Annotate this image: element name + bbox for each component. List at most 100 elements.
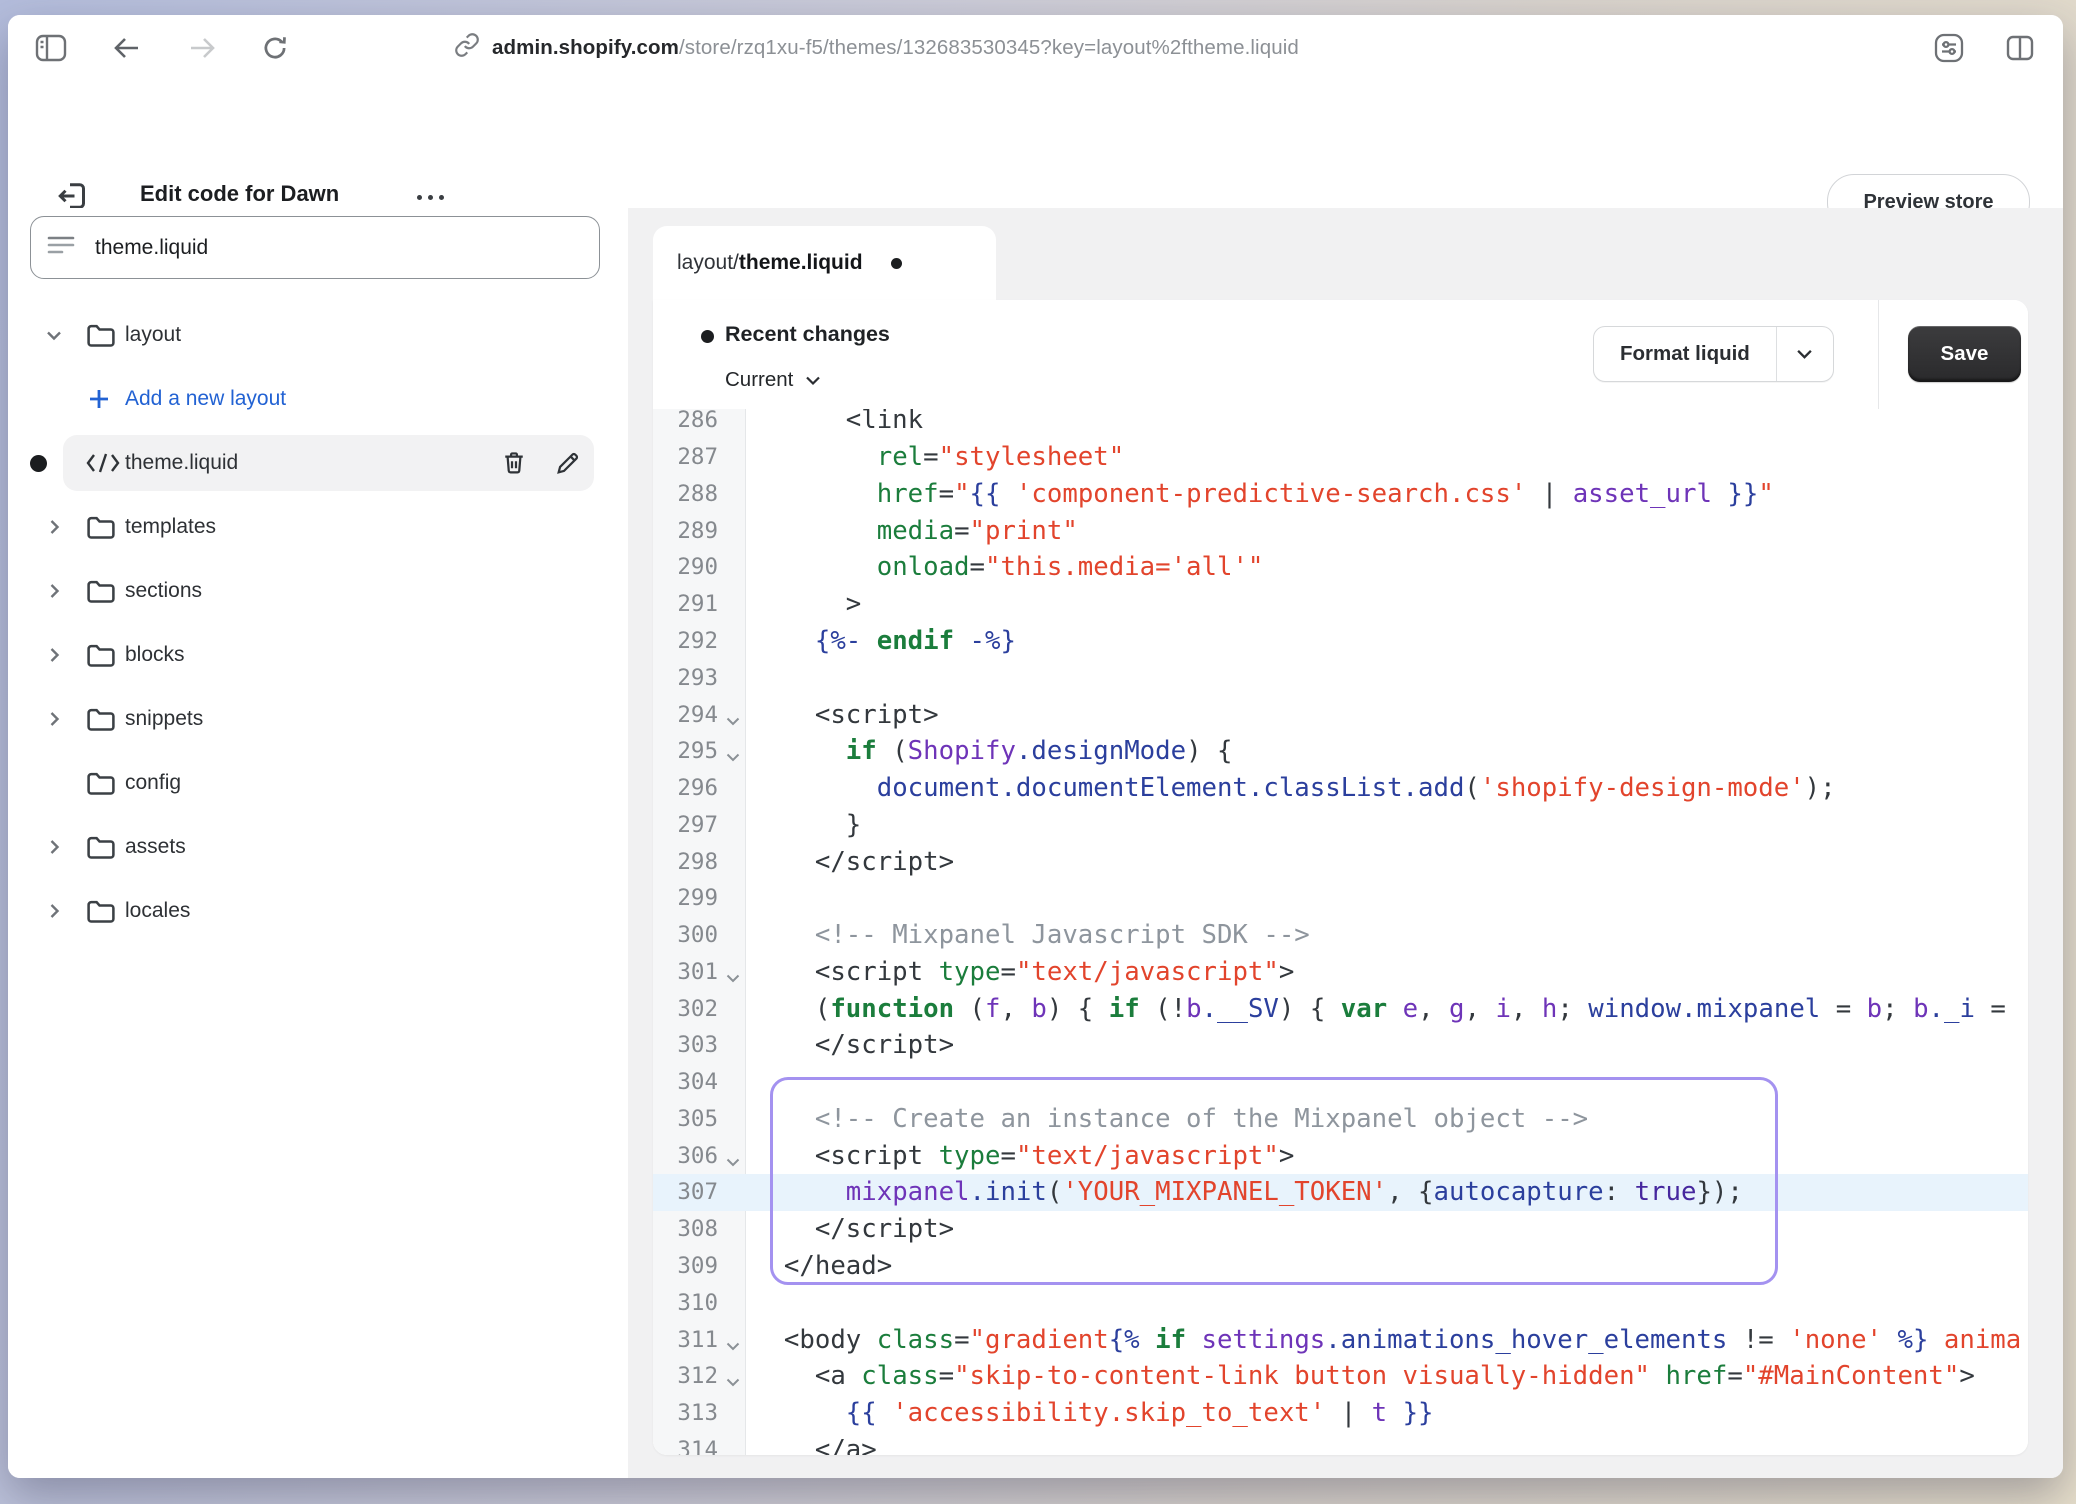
fold-chevron-icon[interactable] xyxy=(725,1341,741,1352)
fold-chevron-icon[interactable] xyxy=(725,716,741,727)
chevron-right-icon[interactable] xyxy=(48,710,61,728)
fold-chevron-icon[interactable] xyxy=(725,752,741,763)
pencil-button[interactable] xyxy=(550,445,586,481)
code-text[interactable] xyxy=(745,659,2028,696)
code-line-289[interactable]: 289 media="print" xyxy=(653,512,2028,549)
sidebar-action-add-a-new-layout[interactable]: Add a new layout xyxy=(8,367,628,431)
code-line-306[interactable]: 306 <script type="text/javascript"> xyxy=(653,1137,2028,1174)
code-text[interactable]: <body class="gradient{% if settings.anim… xyxy=(745,1321,2028,1358)
code-text[interactable]: rel="stylesheet" xyxy=(745,439,2028,476)
code-line-297[interactable]: 297 } xyxy=(653,806,2028,843)
code-text[interactable] xyxy=(745,1064,2028,1101)
code-line-288[interactable]: 288 href="{{ 'component-predictive-searc… xyxy=(653,476,2028,513)
code-line-298[interactable]: 298 </script> xyxy=(653,843,2028,880)
code-editor[interactable]: 286 <link287 rel="stylesheet"288 href="{… xyxy=(653,409,2028,1455)
code-line-313[interactable]: 313 {{ 'accessibility.skip_to_text' | t … xyxy=(653,1395,2028,1432)
code-line-299[interactable]: 299 xyxy=(653,880,2028,917)
chevron-right-icon[interactable] xyxy=(48,902,61,920)
code-text[interactable]: <link xyxy=(745,409,2028,439)
chevron-right-icon[interactable] xyxy=(48,518,61,536)
code-line-291[interactable]: 291 > xyxy=(653,586,2028,623)
code-line-290[interactable]: 290 onload="this.media='all'" xyxy=(653,549,2028,586)
code-text[interactable]: </script> xyxy=(745,1211,2028,1248)
code-line-300[interactable]: 300 <!-- Mixpanel Javascript SDK --> xyxy=(653,917,2028,954)
code-line-294[interactable]: 294 <script> xyxy=(653,696,2028,733)
chevron-right-icon[interactable] xyxy=(48,838,61,856)
code-line-310[interactable]: 310 xyxy=(653,1284,2028,1321)
code-text[interactable]: mixpanel.init('YOUR_MIXPANEL_TOKEN', {au… xyxy=(745,1174,2028,1211)
code-line-312[interactable]: 312 <a class="skip-to-content-link butto… xyxy=(653,1358,2028,1395)
sidebar-folder-config[interactable]: config xyxy=(8,751,628,815)
tab-theme-liquid[interactable]: layout/theme.liquid xyxy=(653,226,996,300)
code-line-296[interactable]: 296 document.documentElement.classList.a… xyxy=(653,770,2028,807)
code-text[interactable] xyxy=(745,1284,2028,1321)
code-line-301[interactable]: 301 <script type="text/javascript"> xyxy=(653,953,2028,990)
code-text[interactable]: > xyxy=(745,586,2028,623)
code-text[interactable]: {{ 'accessibility.skip_to_text' | t }} xyxy=(745,1395,2028,1432)
code-text[interactable]: </head> xyxy=(745,1248,2028,1285)
code-text[interactable]: {%- endif -%} xyxy=(745,623,2028,660)
code-line-304[interactable]: 304 xyxy=(653,1064,2028,1101)
forward-icon[interactable] xyxy=(183,29,221,67)
code-line-308[interactable]: 308 </script> xyxy=(653,1211,2028,1248)
code-line-307[interactable]: 307 mixpanel.init('YOUR_MIXPANEL_TOKEN',… xyxy=(653,1174,2028,1211)
code-line-295[interactable]: 295 if (Shopify.designMode) { xyxy=(653,733,2028,770)
format-options-button[interactable] xyxy=(1777,327,1833,381)
file-search[interactable] xyxy=(30,216,600,279)
code-line-305[interactable]: 305 <!-- Create an instance of the Mixpa… xyxy=(653,1101,2028,1138)
chevron-right-icon[interactable] xyxy=(48,582,61,600)
back-icon[interactable] xyxy=(108,29,146,67)
sidebar-folder-templates[interactable]: templates xyxy=(8,495,628,559)
code-line-303[interactable]: 303 </script> xyxy=(653,1027,2028,1064)
code-line-302[interactable]: 302 (function (f, b) { if (!b.__SV) { va… xyxy=(653,990,2028,1027)
fold-chevron-icon[interactable] xyxy=(725,1377,741,1388)
format-liquid-button[interactable]: Format liquid xyxy=(1593,326,1834,382)
fold-chevron-icon[interactable] xyxy=(725,1157,741,1168)
save-button[interactable]: Save xyxy=(1908,326,2021,382)
chevron-right-icon[interactable] xyxy=(48,646,61,664)
code-text[interactable]: </script> xyxy=(745,843,2028,880)
code-line-293[interactable]: 293 xyxy=(653,659,2028,696)
code-line-314[interactable]: 314 </a> xyxy=(653,1431,2028,1455)
code-line-309[interactable]: 309 </head> xyxy=(653,1248,2028,1285)
code-text[interactable]: </script> xyxy=(745,1027,2028,1064)
code-text[interactable]: } xyxy=(745,806,2028,843)
code-text[interactable]: onload="this.media='all'" xyxy=(745,549,2028,586)
format-liquid-label: Format liquid xyxy=(1594,327,1777,381)
code-text[interactable]: <script type="text/javascript"> xyxy=(745,1137,2028,1174)
reload-icon[interactable] xyxy=(256,29,294,67)
code-text[interactable]: <a class="skip-to-content-link button vi… xyxy=(745,1358,2028,1395)
sidebar-folder-locales[interactable]: locales xyxy=(8,879,628,943)
trash-button[interactable] xyxy=(496,445,532,481)
code-text[interactable]: <script type="text/javascript"> xyxy=(745,953,2028,990)
version-dropdown[interactable]: Current xyxy=(725,368,821,392)
line-number: 293 xyxy=(653,659,745,696)
sidebar-folder-layout[interactable]: layout xyxy=(8,303,628,367)
sidebar-file-theme-liquid[interactable]: theme.liquid xyxy=(8,431,628,495)
chevron-down-icon[interactable] xyxy=(45,329,63,342)
sidebar-folder-snippets[interactable]: snippets xyxy=(8,687,628,751)
code-text[interactable]: if (Shopify.designMode) { xyxy=(745,733,2028,770)
code-text[interactable]: media="print" xyxy=(745,512,2028,549)
code-text[interactable] xyxy=(745,880,2028,917)
sidebar-folder-blocks[interactable]: blocks xyxy=(8,623,628,687)
search-input[interactable] xyxy=(95,236,599,260)
code-text[interactable]: (function (f, b) { if (!b.__SV) { var e,… xyxy=(745,990,2028,1027)
code-text[interactable]: href="{{ 'component-predictive-search.cs… xyxy=(745,476,2028,513)
sidebar-toggle-icon[interactable] xyxy=(32,29,70,67)
sidebar-folder-sections[interactable]: sections xyxy=(8,559,628,623)
fold-chevron-icon[interactable] xyxy=(725,973,741,984)
code-line-311[interactable]: 311 <body class="gradient{% if settings.… xyxy=(653,1321,2028,1358)
address-bar[interactable]: admin.shopify.com/store/rzq1xu-f5/themes… xyxy=(454,15,1299,80)
code-text[interactable]: </a> xyxy=(745,1431,2028,1455)
split-view-icon[interactable] xyxy=(2001,29,2039,67)
code-line-286[interactable]: 286 <link xyxy=(653,409,2028,439)
sidebar-folder-assets[interactable]: assets xyxy=(8,815,628,879)
code-text[interactable]: document.documentElement.classList.add('… xyxy=(745,770,2028,807)
page-settings-icon[interactable] xyxy=(1930,29,1968,67)
code-line-287[interactable]: 287 rel="stylesheet" xyxy=(653,439,2028,476)
code-text[interactable]: <!-- Mixpanel Javascript SDK --> xyxy=(745,917,2028,954)
code-text[interactable]: <!-- Create an instance of the Mixpanel … xyxy=(745,1101,2028,1138)
code-line-292[interactable]: 292 {%- endif -%} xyxy=(653,623,2028,660)
code-text[interactable]: <script> xyxy=(745,696,2028,733)
